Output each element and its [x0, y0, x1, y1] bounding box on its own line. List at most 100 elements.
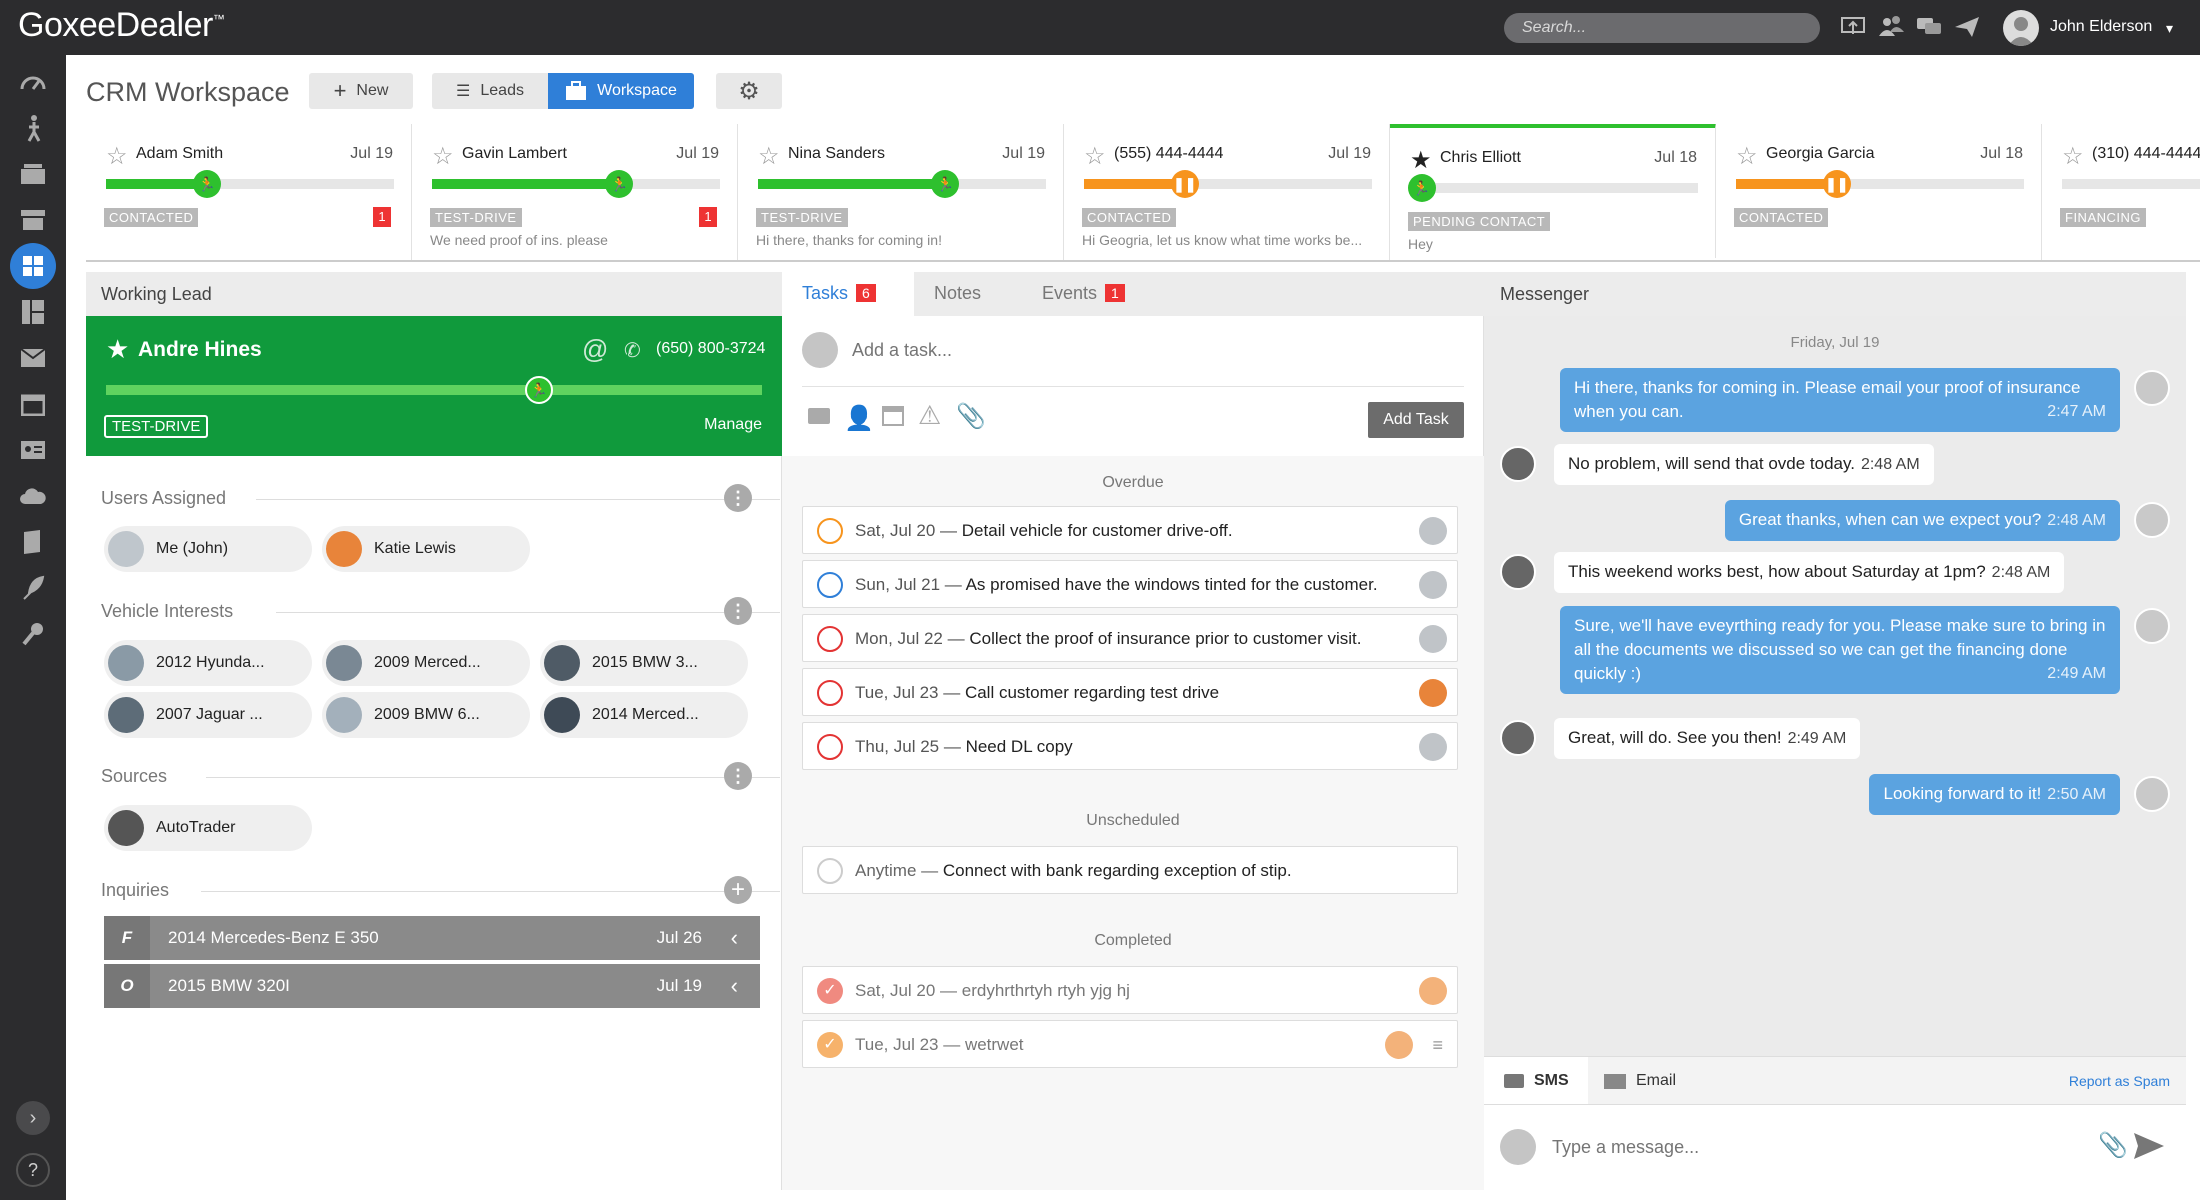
wrench-icon[interactable]	[16, 617, 50, 651]
outgoing-message[interactable]: Great thanks, when can we expect you? 2:4…	[1724, 500, 2120, 541]
star-icon[interactable]: ★	[106, 334, 129, 365]
inbox-icon[interactable]	[16, 157, 50, 191]
warning-icon[interactable]: ⚠	[918, 400, 941, 431]
message-input[interactable]	[1552, 1131, 2072, 1163]
star-icon[interactable]: ☆	[2062, 142, 2084, 171]
checked-icon[interactable]: ✓	[817, 978, 843, 1004]
workspace-tab-button[interactable]: Workspace	[548, 73, 694, 109]
contact-card-icon[interactable]	[16, 433, 50, 467]
user-avatar[interactable]	[2003, 10, 2039, 46]
task-item[interactable]: Anytime — Connect with bank regarding ex…	[802, 846, 1458, 894]
lead-card[interactable]: ☆ Georgia Garcia Jul 18 ❚❚ CONTACTED	[1716, 124, 2042, 260]
person-icon[interactable]: 👤	[844, 404, 874, 433]
checked-icon[interactable]: ✓	[817, 1032, 843, 1058]
message-thread[interactable]: Friday, Jul 19 Hi there, thanks for comi…	[1484, 316, 2186, 1056]
vehicle-chip[interactable]: 2009 Merced...	[322, 640, 530, 686]
app-logo[interactable]: GoxeeDealer™	[18, 6, 225, 45]
display-icon[interactable]	[1838, 12, 1868, 42]
expand-sidebar-button[interactable]: ›	[16, 1101, 50, 1135]
add-task-input[interactable]	[852, 334, 1452, 366]
task-item[interactable]: ✓ Sat, Jul 20 — erdyhrthrtyh rtyh yjg hj	[802, 966, 1458, 1014]
chevron-left-icon[interactable]: ‹	[731, 925, 738, 951]
chat-icon[interactable]	[1914, 12, 1944, 42]
incoming-message[interactable]: No problem, will send that ovde today. 2:…	[1554, 444, 1934, 485]
vehicle-chip[interactable]: 2014 Merced...	[540, 692, 748, 738]
vehicle-chip[interactable]: 2015 BMW 3...	[540, 640, 748, 686]
task-item[interactable]: Sat, Jul 20 — Detail vehicle for custome…	[802, 506, 1458, 554]
paperclip-icon[interactable]: 📎	[956, 402, 986, 431]
tab-email[interactable]: Email	[1604, 1057, 1676, 1105]
incoming-message[interactable]: Great, will do. See you then! 2:49 AM	[1554, 718, 1861, 759]
feather-icon[interactable]	[16, 571, 50, 605]
star-icon[interactable]: ☆	[1084, 142, 1106, 171]
mail-icon[interactable]	[16, 341, 50, 375]
tab-sms[interactable]: SMS	[1484, 1057, 1588, 1105]
task-item[interactable]: Sun, Jul 21 — As promised have the windo…	[802, 560, 1458, 608]
task-checkbox[interactable]	[817, 680, 843, 706]
leads-tab-button[interactable]: ☰ Leads	[432, 73, 548, 109]
sources-options-button[interactable]: ⋮	[724, 762, 752, 790]
lead-phone[interactable]: (650) 800-3724	[656, 340, 765, 358]
user-name[interactable]: John Elderson	[2050, 18, 2152, 36]
task-item[interactable]: Mon, Jul 22 — Collect the proof of insur…	[802, 614, 1458, 662]
store-icon[interactable]	[16, 203, 50, 237]
tab-events[interactable]: Events 1	[1022, 272, 1145, 316]
users-icon[interactable]	[1876, 12, 1906, 42]
user-chip[interactable]: Me (John)	[104, 526, 312, 572]
notes-icon[interactable]: ≡	[1432, 1035, 1443, 1056]
workspace-icon[interactable]	[10, 243, 56, 289]
vehicle-chip[interactable]: 2007 Jaguar ...	[104, 692, 312, 738]
lead-card[interactable]: ★ Chris Elliott Jul 18 🏃 PENDING CONTACT Hey	[1390, 124, 1716, 258]
paperclip-icon[interactable]: 📎	[2098, 1131, 2128, 1160]
phone-icon[interactable]: ✆	[624, 338, 641, 363]
task-item[interactable]: ✓ Tue, Jul 23 — wetrwet ≡	[802, 1020, 1458, 1068]
lead-card[interactable]: ☆ Adam Smith Jul 19 🏃 CONTACTED 1	[86, 124, 412, 260]
calendar-icon[interactable]	[882, 406, 904, 426]
lead-card[interactable]: ☆ Nina Sanders Jul 19 🏃 TEST-DRIVE Hi there, …	[738, 124, 1064, 260]
star-icon[interactable]: ★	[1410, 146, 1432, 175]
send-icon[interactable]	[1952, 12, 1982, 42]
task-checkbox[interactable]	[817, 626, 843, 652]
dashboard-icon[interactable]	[16, 65, 50, 99]
lead-card[interactable]: ☆ Gavin Lambert Jul 19 🏃 TEST-DRIVE 1 We need …	[412, 124, 738, 260]
email-icon[interactable]: @	[582, 334, 608, 365]
source-chip[interactable]: AutoTrader	[104, 805, 312, 851]
incoming-message[interactable]: This weekend works best, how about Satur…	[1554, 552, 2065, 593]
running-icon[interactable]: 🏃	[524, 376, 553, 404]
lead-card[interactable]: ☆ (310) 444-4444 FINANCING	[2042, 124, 2200, 260]
vehicle-chip[interactable]: 2009 BMW 6...	[322, 692, 530, 738]
outgoing-message[interactable]: Looking forward to it! 2:50 AM	[1869, 774, 2120, 815]
lead-card[interactable]: ☆ (555) 444-4444 Jul 19 ❚❚ CONTACTED Hi Geogr…	[1064, 124, 1390, 260]
search-input[interactable]	[1504, 13, 1820, 43]
outgoing-message[interactable]: Sure, we'll have eveyrthing ready for yo…	[1560, 606, 2120, 694]
task-checkbox[interactable]	[817, 858, 843, 884]
add-task-button[interactable]: Add Task	[1368, 402, 1464, 438]
inquiry-row[interactable]: O 2015 BMW 320I Jul 19 ‹	[104, 964, 760, 1008]
task-checkbox[interactable]	[817, 572, 843, 598]
chevron-left-icon[interactable]: ‹	[731, 973, 738, 999]
task-item[interactable]: Tue, Jul 23 — Call customer regarding te…	[802, 668, 1458, 716]
tab-tasks[interactable]: Tasks 6	[782, 272, 914, 316]
comment-icon[interactable]	[808, 408, 830, 424]
task-checkbox[interactable]	[817, 518, 843, 544]
users-options-button[interactable]: ⋮	[724, 484, 752, 512]
walk-icon[interactable]	[16, 111, 50, 145]
outgoing-message[interactable]: Hi there, thanks for coming in. Please e…	[1560, 368, 2120, 432]
manage-link[interactable]: Manage	[704, 416, 762, 434]
report-spam-link[interactable]: Report as Spam	[2069, 1073, 2170, 1089]
new-button[interactable]: + New	[309, 73, 413, 109]
vehicles-options-button[interactable]: ⋮	[724, 597, 752, 625]
lead-name[interactable]: Andre Hines	[138, 338, 262, 362]
inquiry-row[interactable]: F 2014 Mercedes-Benz E 350 Jul 26 ‹	[104, 916, 760, 960]
calendar-icon[interactable]	[16, 387, 50, 421]
inventory-icon[interactable]	[16, 295, 50, 329]
task-item[interactable]: Thu, Jul 25 — Need DL copy	[802, 722, 1458, 770]
cloud-icon[interactable]	[16, 479, 50, 513]
user-chip[interactable]: Katie Lewis	[322, 526, 530, 572]
tab-notes[interactable]: Notes	[914, 272, 1001, 316]
star-icon[interactable]: ☆	[106, 142, 128, 171]
star-icon[interactable]: ☆	[432, 142, 454, 171]
send-icon[interactable]	[2132, 1131, 2166, 1161]
chevron-down-icon[interactable]: ▾	[2166, 20, 2173, 37]
add-inquiry-button[interactable]: +	[724, 876, 752, 904]
